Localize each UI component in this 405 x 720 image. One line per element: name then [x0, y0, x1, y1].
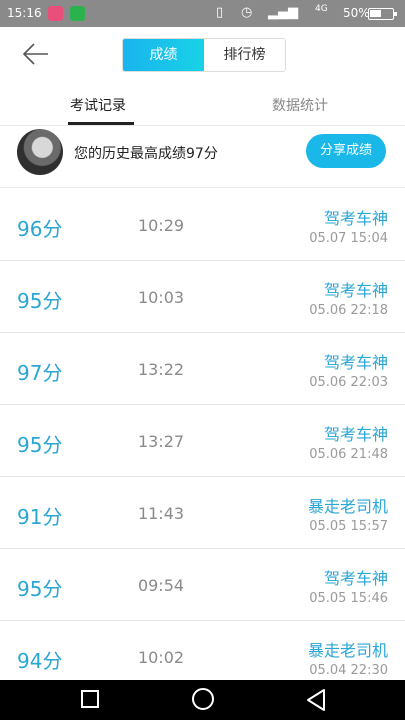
record-duration: 11:43	[137, 504, 185, 523]
vibrate-icon: ▯	[216, 5, 224, 20]
exam-records-list: 96分 10:29 驾考车神 05.07 15:04 95分 10:03 驾考车…	[0, 189, 405, 693]
notification-icon	[48, 6, 63, 21]
tab-bar: 考试记录 数据统计	[0, 85, 405, 125]
home-icon[interactable]	[192, 688, 214, 710]
record-date: 05.06 22:18	[309, 303, 388, 318]
back-triangle-icon[interactable]	[306, 688, 326, 712]
record-date: 05.06 21:48	[309, 447, 388, 462]
record-duration: 13:27	[137, 432, 185, 451]
status-bar: 15:16 ▯ ◷ ▂▄▆ 4G 50%	[0, 0, 405, 27]
alarm-icon: ◷	[241, 5, 253, 20]
network-type: 4G	[315, 4, 328, 14]
list-item[interactable]: 95分 13:27 驾考车神 05.06 21:48	[0, 405, 405, 477]
status-time: 15:16	[7, 6, 42, 20]
navigation-bar	[0, 680, 405, 720]
battery-percent: 50%	[343, 6, 370, 20]
record-title: 驾考车神	[323, 569, 388, 588]
list-item[interactable]: 91分 11:43 暴走老司机 05.05 15:57	[0, 477, 405, 549]
best-score-text: 您的历史最高成绩97分	[74, 146, 218, 162]
list-item[interactable]: 96分 10:29 驾考车神 05.07 15:04	[0, 189, 405, 261]
record-duration: 09:54	[137, 576, 185, 595]
tab-exam-records[interactable]: 考试记录	[70, 95, 126, 115]
list-item[interactable]: 95分 10:03 驾考车神 05.06 22:18	[0, 261, 405, 333]
record-date: 05.05 15:57	[309, 519, 388, 534]
avatar	[17, 129, 63, 175]
list-item[interactable]: 97分 13:22 驾考车神 05.06 22:03	[0, 333, 405, 405]
record-duration: 10:03	[137, 288, 185, 307]
record-title: 暴走老司机	[307, 641, 388, 660]
list-item[interactable]: 95分 09:54 驾考车神 05.05 15:46	[0, 549, 405, 621]
signal-icon: ▂▄▆	[268, 5, 298, 20]
record-title: 驾考车神	[323, 209, 388, 228]
record-title: 驾考车神	[323, 353, 388, 372]
battery-icon	[368, 8, 397, 20]
record-duration: 10:02	[137, 648, 185, 667]
share-score-button[interactable]: 分享成绩	[306, 134, 386, 168]
record-date: 05.06 22:03	[309, 375, 388, 390]
tab-statistics[interactable]: 数据统计	[272, 95, 328, 115]
record-date: 05.04 22:30	[309, 663, 388, 678]
record-duration: 10:29	[137, 216, 185, 235]
segment-control: 成绩 排行榜	[122, 38, 286, 72]
recents-icon[interactable]	[81, 690, 99, 708]
wechat-icon	[70, 6, 85, 21]
segment-ranking[interactable]: 排行榜	[204, 39, 285, 71]
header: 成绩 排行榜	[0, 27, 405, 85]
record-duration: 13:22	[137, 360, 185, 379]
record-date: 05.07 15:04	[309, 231, 388, 246]
record-date: 05.05 15:46	[309, 591, 388, 606]
best-score-banner: 您的历史最高成绩97分 分享成绩	[0, 125, 405, 188]
back-arrow-icon[interactable]	[22, 43, 50, 65]
segment-scores[interactable]: 成绩	[123, 39, 204, 71]
record-title: 驾考车神	[323, 281, 388, 300]
record-title: 驾考车神	[323, 425, 388, 444]
record-title: 暴走老司机	[307, 497, 388, 516]
